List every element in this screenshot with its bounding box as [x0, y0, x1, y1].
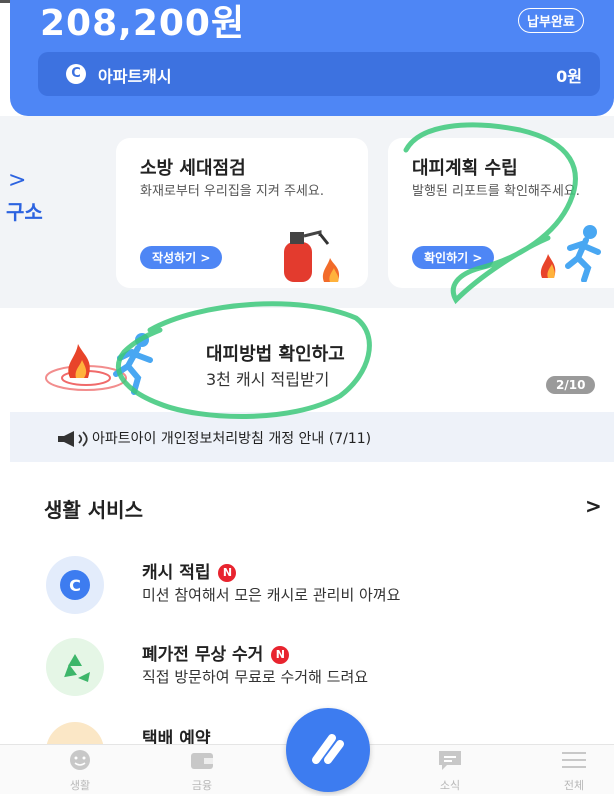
service-title: 폐가전 무상 수거 N — [142, 640, 290, 665]
cash-coin-icon: C — [46, 556, 104, 614]
card-evacuation-plan[interactable]: 대피계획 수립 발행된 리포트를 확인해주세요. 확인하기 > — [388, 138, 614, 288]
prev-card-fragment: 구소 — [6, 200, 43, 224]
app-logo-icon — [312, 734, 344, 764]
menu-icon — [562, 752, 586, 768]
confirm-button[interactable]: 확인하기 > — [412, 246, 495, 269]
nav-news[interactable]: 소식 — [420, 749, 480, 793]
cash-label: 아파트캐시 — [98, 67, 172, 86]
megaphone-icon — [58, 431, 88, 447]
wallet-icon — [191, 753, 213, 769]
chevron-right-icon[interactable]: > — [585, 494, 602, 518]
service-cash-reward[interactable]: C 캐시 적립 N 미션 참여해서 모은 캐시로 관리비 아껴요 — [0, 550, 614, 620]
evacuation-runner-icon — [45, 333, 153, 395]
evacuation-banner[interactable]: 대피방법 확인하고 3천 캐시 적립받기 2/10 — [0, 308, 614, 408]
smile-icon — [70, 750, 90, 770]
card-title: 대피계획 수립 — [412, 158, 518, 179]
nav-label: 금융 — [191, 779, 213, 792]
service-desc: 직접 방문하여 무료로 수거해 드려요 — [142, 668, 369, 686]
new-badge: N — [271, 646, 290, 664]
nav-finance[interactable]: 금융 — [172, 749, 232, 793]
cash-coin-icon: C — [66, 64, 86, 84]
service-appliance-pickup[interactable]: 폐가전 무상 수거 N 직접 방문하여 무료로 수거해 드려요 — [0, 632, 614, 702]
running-person-icon — [540, 225, 601, 282]
notice-text: 아파트아이 개인정보처리방침 개정 안내 (7/11) — [92, 431, 372, 447]
paid-status-badge: 납부완료 — [518, 8, 584, 33]
task-carousel[interactable]: > 구소 소방 세대점검 화재로부터 우리집을 지켜 주세요. 작성하기 > 대… — [0, 116, 614, 308]
notice-bar[interactable]: 아파트아이 개인정보처리방침 개정 안내 (7/11) — [10, 412, 614, 462]
message-icon — [439, 751, 461, 770]
nav-label: 생활 — [69, 779, 91, 792]
section-title: 생활 서비스 — [44, 498, 143, 522]
banner-subtitle: 3천 캐시 적립받기 — [206, 370, 330, 389]
nav-all[interactable]: 전체 — [544, 749, 604, 793]
banner-title: 대피방법 확인하고 — [206, 344, 345, 365]
recycle-icon — [46, 638, 104, 696]
home-fab-button[interactable] — [286, 708, 370, 792]
nav-label: 전체 — [563, 779, 585, 792]
nav-life[interactable]: 생활 — [50, 749, 110, 793]
card-title: 소방 세대점검 — [140, 158, 246, 179]
banner-pager: 2/10 — [546, 376, 596, 394]
service-title: 캐시 적립 N — [142, 558, 237, 583]
chevron-right-icon: > — [8, 168, 27, 193]
card-desc: 발행된 리포트를 확인해주세요. — [412, 184, 580, 199]
write-button[interactable]: 작성하기 > — [140, 246, 223, 269]
new-badge: N — [218, 564, 237, 582]
fire-extinguisher-icon — [284, 230, 340, 282]
cash-value: 0원 — [556, 67, 582, 86]
service-desc: 미션 참여해서 모은 캐시로 관리비 아껴요 — [142, 586, 401, 604]
card-fire-inspection[interactable]: 소방 세대점검 화재로부터 우리집을 지켜 주세요. 작성하기 > — [116, 138, 368, 288]
apartment-cash-row[interactable]: C 아파트캐시 0원 — [38, 52, 600, 96]
bill-amount[interactable]: 208,200원 — [40, 0, 245, 46]
nav-label: 소식 — [439, 779, 461, 792]
card-desc: 화재로부터 우리집을 지켜 주세요. — [140, 184, 324, 199]
svg-text:C: C — [69, 576, 81, 595]
